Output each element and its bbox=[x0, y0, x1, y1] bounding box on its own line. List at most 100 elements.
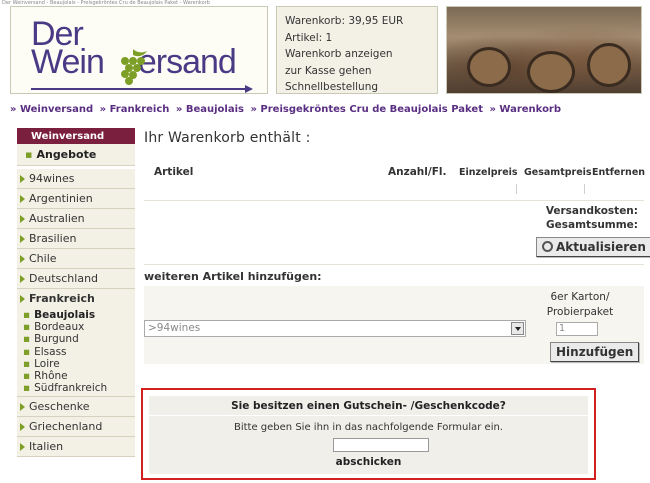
update-cart-button[interactable]: Aktualisieren bbox=[536, 237, 650, 257]
grand-total-label: Gesamtsumme: bbox=[546, 219, 638, 231]
divider bbox=[144, 264, 644, 265]
table-divider bbox=[516, 184, 517, 194]
sidebar-item-label: Italien bbox=[29, 440, 64, 454]
breadcrumb: » Weinversand » Frankreich » Beaujolais … bbox=[10, 104, 642, 115]
sidebar-item-label: Chile bbox=[29, 252, 57, 265]
triangle-right-icon bbox=[20, 295, 25, 303]
triangle-right-icon bbox=[20, 443, 25, 452]
sidebar-item-label: Angebote bbox=[36, 148, 97, 161]
triangle-right-icon bbox=[20, 403, 25, 412]
sidebar-region-label: Elsass bbox=[34, 345, 67, 358]
sidebar-region-burgund[interactable]: ▪ Burgund bbox=[23, 333, 135, 345]
sidebar-item-italien[interactable]: Italien bbox=[17, 437, 135, 458]
product-select[interactable]: >94wines bbox=[144, 320, 526, 337]
quick-order-link[interactable]: Schnellbestellung bbox=[285, 79, 429, 96]
sidebar-region-suedfrankreich[interactable]: ▪ Südfrankreich bbox=[23, 382, 135, 394]
breadcrumb-product[interactable]: » Preisgekröntes Cru de Beaujolais Paket bbox=[250, 104, 483, 115]
sidebar-heading[interactable]: Weinversand bbox=[17, 128, 135, 144]
sidebar-item-label: Argentinien bbox=[29, 192, 93, 205]
breadcrumb-weinversand[interactable]: » Weinversand bbox=[10, 104, 93, 115]
sidebar-region-bordeaux[interactable]: ▪ Bordeaux bbox=[23, 321, 135, 333]
triangle-right-icon bbox=[20, 235, 25, 243]
breadcrumb-beaujolais[interactable]: » Beaujolais bbox=[176, 104, 244, 115]
shipping-cost-label: Versandkosten: bbox=[545, 205, 638, 217]
sidebar-item-brasilien[interactable]: Brasilien bbox=[17, 229, 135, 249]
sidebar-region-beaujolais[interactable]: ▪ Beaujolais bbox=[23, 309, 135, 321]
triangle-right-icon bbox=[20, 423, 25, 432]
sidebar-region-label: Beaujolais bbox=[34, 309, 96, 321]
sidebar-region-label: Rhône bbox=[34, 369, 68, 382]
sidebar-item-chile[interactable]: Chile bbox=[17, 249, 135, 269]
sidebar-item-94wines[interactable]: 94wines bbox=[17, 169, 135, 189]
table-divider bbox=[584, 184, 585, 194]
sidebar-item-deutschland[interactable]: Deutschland bbox=[17, 269, 135, 289]
site-logo[interactable]: Der Wein ersand bbox=[10, 6, 268, 94]
add-to-cart-button[interactable]: Hinzufügen bbox=[550, 342, 640, 362]
bullet-icon: ▪ bbox=[25, 148, 33, 161]
chevron-down-icon[interactable] bbox=[511, 322, 524, 335]
col-header-remove: Entfernen bbox=[592, 167, 646, 178]
sidebar-region-label: Burgund bbox=[34, 333, 79, 346]
triangle-right-icon bbox=[20, 255, 25, 263]
sidebar-region-label: Loire bbox=[34, 357, 60, 370]
triangle-right-icon bbox=[20, 275, 25, 283]
voucher-submit-button[interactable]: abschicken bbox=[149, 456, 588, 468]
sidebar-region-loire[interactable]: ▪ Loire bbox=[23, 358, 135, 370]
logo-text-wein-a: Wein bbox=[31, 43, 105, 81]
voucher-code-input[interactable] bbox=[333, 438, 429, 452]
table-row bbox=[144, 200, 644, 201]
cart-total-text: Warenkorb: 39,95 EUR bbox=[285, 15, 404, 27]
voucher-box: Sie besitzen einen Gutschein- /Geschenkc… bbox=[141, 388, 596, 480]
bullet-icon: ▪ bbox=[23, 309, 31, 321]
show-cart-link[interactable]: Warenkorb anzeigen bbox=[285, 46, 429, 63]
logo-arrow-icon bbox=[31, 85, 253, 93]
sidebar-item-label: Brasilien bbox=[29, 232, 77, 245]
site-header: Der Wein ersand Warenkorb: 39,95 EUR Arti… bbox=[10, 6, 642, 94]
update-cart-label: Aktualisieren bbox=[556, 240, 646, 254]
breadcrumb-warenkorb[interactable]: » Warenkorb bbox=[489, 104, 561, 115]
voucher-instructions: Bitte geben Sie ihn in das nachfolgende … bbox=[234, 422, 503, 433]
bullet-icon: ▪ bbox=[23, 382, 31, 395]
checkout-link[interactable]: zur Kasse gehen bbox=[285, 63, 429, 80]
sidebar-item-frankreich[interactable]: Frankreich bbox=[17, 289, 135, 309]
product-select-value: >94wines bbox=[148, 322, 201, 334]
category-sidebar: Weinversand ▪ Angebote 94wines Argentinie… bbox=[17, 128, 135, 458]
carton-label: 6er Karton/ Probierpaket bbox=[540, 290, 620, 320]
bullet-icon: ▪ bbox=[23, 333, 31, 346]
sidebar-region-elsass[interactable]: ▪ Elsass bbox=[23, 346, 135, 358]
col-header-article: Artikel bbox=[154, 166, 194, 178]
wine-cellar-photo bbox=[446, 6, 642, 94]
sidebar-item-griechenland[interactable]: Griechenland bbox=[17, 417, 135, 438]
sidebar-region-rhone[interactable]: ▪ Rhône bbox=[23, 370, 135, 382]
sidebar-item-label: 94wines bbox=[29, 172, 75, 185]
col-header-qty: Anzahl/Fl. bbox=[388, 166, 447, 178]
logo-text-ersand: ersand bbox=[137, 43, 237, 81]
voucher-heading: Sie besitzen einen Gutschein- /Geschenkc… bbox=[149, 396, 588, 416]
sidebar-item-label: Australien bbox=[29, 212, 85, 225]
sidebar-item-angebote[interactable]: ▪ Angebote bbox=[17, 144, 135, 165]
page-title: Ihr Warenkorb enthält : bbox=[144, 130, 311, 146]
sidebar-region-label: Südfrankreich bbox=[34, 382, 108, 395]
sidebar-item-geschenke[interactable]: Geschenke bbox=[17, 397, 135, 418]
sidebar-item-label: Frankreich bbox=[29, 292, 95, 305]
cart-main: Ihr Warenkorb enthält : Artikel Anzahl/F… bbox=[144, 128, 650, 364]
bullet-icon: ▪ bbox=[23, 357, 31, 370]
sidebar-region-label: Bordeaux bbox=[34, 321, 85, 334]
sidebar-item-argentinien[interactable]: Argentinien bbox=[17, 189, 135, 209]
triangle-right-icon bbox=[20, 175, 25, 183]
sidebar-item-label: Geschenke bbox=[29, 400, 90, 414]
carton-label-line2: Probierpaket bbox=[546, 306, 614, 318]
cart-item-count: Artikel: 1 bbox=[285, 31, 333, 44]
triangle-right-icon bbox=[20, 215, 25, 223]
sidebar-item-label: Griechenland bbox=[29, 420, 103, 434]
sidebar-item-australien[interactable]: Australien bbox=[17, 209, 135, 229]
cart-totals: Versandkosten: Gesamtsumme: bbox=[546, 204, 638, 232]
col-header-total-price: Gesamtpreis bbox=[524, 167, 592, 178]
voucher-panel: Sie besitzen einen Gutschein- /Geschenkc… bbox=[149, 396, 588, 474]
breadcrumb-frankreich[interactable]: » Frankreich bbox=[100, 104, 170, 115]
bullet-icon: ▪ bbox=[23, 369, 31, 382]
bullet-icon: ▪ bbox=[23, 345, 31, 358]
quantity-input[interactable]: 1 bbox=[556, 322, 598, 336]
bullet-icon: ▪ bbox=[23, 321, 31, 334]
col-header-unit-price: Einzelpreis bbox=[459, 167, 518, 178]
